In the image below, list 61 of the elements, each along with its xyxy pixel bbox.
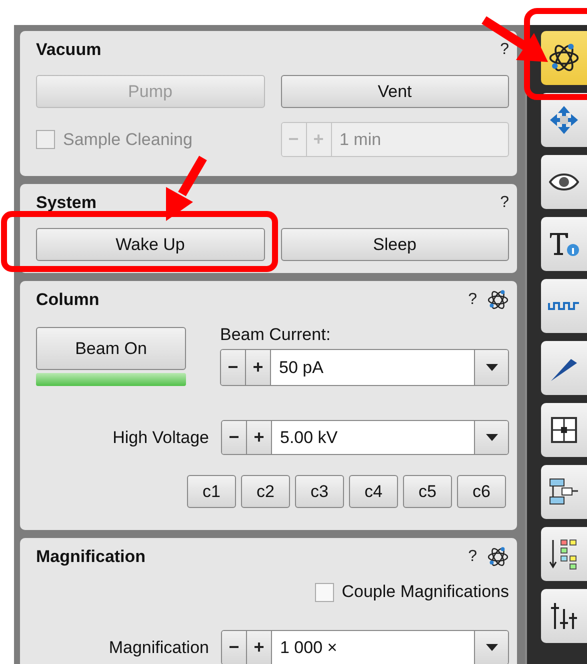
help-link[interactable]: ?: [468, 291, 477, 309]
atom-icon: [548, 42, 580, 74]
atom-icon: [487, 546, 509, 568]
flow-icon: [548, 477, 580, 507]
dropdown-button[interactable]: [474, 350, 508, 385]
preset-button[interactable]: c3: [295, 475, 344, 508]
increment-button[interactable]: +: [247, 631, 272, 664]
decrement-button[interactable]: −: [222, 421, 247, 454]
grid-icon: [551, 417, 577, 443]
panel-title: System: [36, 193, 96, 213]
sidebar-tab[interactable]: [541, 589, 587, 643]
sidebar-tab[interactable]: [541, 217, 587, 271]
preset-button[interactable]: c1: [187, 475, 236, 508]
dropdown-button[interactable]: [474, 421, 508, 454]
dropdown-button[interactable]: [474, 631, 508, 664]
help-link[interactable]: ?: [468, 548, 477, 566]
sidebar-tab[interactable]: [541, 527, 587, 581]
sidebar-tab[interactable]: [541, 465, 587, 519]
move-icon: [549, 105, 579, 135]
field-label: Beam Current:: [220, 325, 332, 345]
spin-field[interactable]: − + 50 pA: [220, 349, 509, 386]
dropdown-caret-icon: [486, 644, 498, 651]
increment-button[interactable]: +: [246, 350, 271, 385]
spin-field[interactable]: − + 1 000 ×: [221, 630, 509, 664]
preset-button[interactable]: c2: [241, 475, 290, 508]
checkbox[interactable]: Couple Magnifications: [314, 582, 509, 602]
help-link[interactable]: ?: [500, 41, 509, 59]
sidebar-tab[interactable]: [541, 31, 587, 85]
decrement-button[interactable]: −: [222, 631, 247, 664]
beam-button[interactable]: Beam On: [36, 327, 186, 370]
sidebar-tab[interactable]: [541, 155, 587, 209]
atom-icon: [487, 289, 509, 311]
preset-button[interactable]: c6: [457, 475, 506, 508]
dropdown-caret-icon: [486, 364, 498, 371]
eye-icon: [549, 172, 579, 192]
value-input[interactable]: 50 pA: [271, 350, 474, 385]
text-info-icon: [548, 230, 580, 258]
help-link[interactable]: ?: [500, 194, 509, 212]
sidebar-tab[interactable]: [541, 341, 587, 395]
action-button[interactable]: Vent: [280, 75, 509, 108]
increment-button[interactable]: +: [247, 421, 272, 454]
action-button[interactable]: Wake Up: [36, 228, 264, 261]
wave-icon: [548, 300, 580, 312]
action-button[interactable]: Sleep: [280, 228, 509, 261]
field-label: High Voltage: [112, 428, 209, 448]
panel-title: Column: [36, 290, 100, 310]
sidebar-tab[interactable]: [541, 403, 587, 457]
preset-button[interactable]: c5: [403, 475, 452, 508]
dropdown-caret-icon: [486, 434, 498, 441]
panel-title: Vacuum: [36, 40, 102, 60]
annotation-arrow: [482, 16, 548, 62]
spin-field[interactable]: − + 5.00 kV: [221, 420, 509, 455]
value-input[interactable]: 5.00 kV: [272, 421, 474, 454]
sliders-icon: [550, 601, 578, 631]
preset-button[interactable]: c4: [349, 475, 398, 508]
annotation-arrow: [166, 156, 207, 221]
sort-icon: [549, 538, 579, 570]
value-input[interactable]: 1 000 ×: [272, 631, 474, 664]
panel-title: Magnification: [36, 547, 146, 567]
decrement-button[interactable]: −: [221, 350, 246, 385]
field-label: Magnification: [108, 638, 209, 658]
